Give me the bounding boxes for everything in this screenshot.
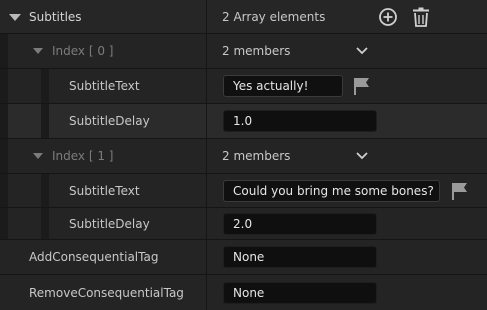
indent-guide xyxy=(0,174,8,207)
indent-guide xyxy=(0,139,8,173)
property-value-cell: 1.0 xyxy=(207,104,487,138)
expand-caret-icon[interactable] xyxy=(33,48,43,54)
property-row: SubtitleText Could you bring me some bon… xyxy=(0,174,487,208)
flag-icon[interactable] xyxy=(451,182,468,200)
indent-guide xyxy=(41,104,49,138)
index-label-cell: Index [ 0 ] xyxy=(0,34,206,68)
indent-guide xyxy=(0,208,8,239)
subtitles-label: Subtitles xyxy=(29,9,82,24)
subtitles-label-cell: Subtitles xyxy=(0,0,206,33)
subtitles-array-row: Subtitles 2 Array elements xyxy=(0,0,487,34)
property-label-cell: SubtitleText xyxy=(0,69,206,103)
subtitle-delay-label: SubtitleDelay xyxy=(69,216,150,231)
indent-guide xyxy=(41,174,49,207)
property-value-cell: Could you bring me some bones? xyxy=(207,174,487,207)
array-element-row: Index [ 1 ] 2 members xyxy=(0,139,487,174)
flag-icon[interactable] xyxy=(353,77,370,95)
plus-circle-icon[interactable] xyxy=(378,7,398,27)
details-panel: Subtitles 2 Array elements Index [ 0 ] 2… xyxy=(0,0,487,310)
property-row: SubtitleDelay 1.0 xyxy=(0,104,487,139)
member-count: 2 members xyxy=(222,149,291,163)
property-value-cell: None xyxy=(207,275,487,310)
subtitle-text-input[interactable]: Yes actually! xyxy=(223,75,343,97)
property-label-cell: RemoveConsequentialTag xyxy=(0,275,206,310)
property-value-cell: Yes actually! xyxy=(207,69,487,103)
property-label-cell: SubtitleDelay xyxy=(0,104,206,138)
property-row: SubtitleText Yes actually! xyxy=(0,69,487,104)
indent-guide xyxy=(0,104,8,138)
chevron-down-icon[interactable] xyxy=(356,47,368,55)
array-element-count: 2 Array elements xyxy=(222,9,326,24)
indent-guide xyxy=(41,208,49,239)
array-element-row: Index [ 0 ] 2 members xyxy=(0,34,487,69)
index-label: Index [ 0 ] xyxy=(52,44,114,58)
add-consequential-tag-label: AddConsequentialTag xyxy=(29,250,159,264)
index-label: Index [ 1 ] xyxy=(52,149,114,163)
subtitle-text-label: SubtitleText xyxy=(69,79,140,93)
index-label-cell: Index [ 1 ] xyxy=(0,139,206,173)
indent-guide xyxy=(0,34,8,68)
expand-caret-icon[interactable] xyxy=(33,153,43,159)
property-row: RemoveConsequentialTag None xyxy=(0,275,487,310)
member-count: 2 members xyxy=(222,44,291,58)
subtitle-delay-label: SubtitleDelay xyxy=(69,114,150,128)
property-row: SubtitleDelay 2.0 xyxy=(0,208,487,240)
index-value-cell: 2 members xyxy=(207,34,487,68)
property-label-cell: AddConsequentialTag xyxy=(0,240,206,274)
trash-icon[interactable] xyxy=(412,7,430,27)
subtitle-delay-input[interactable]: 1.0 xyxy=(223,110,377,132)
expand-caret-icon[interactable] xyxy=(9,13,21,21)
indent-guide xyxy=(41,69,49,103)
property-value-cell: 2.0 xyxy=(207,208,487,239)
property-label-cell: SubtitleText xyxy=(0,174,206,207)
subtitles-value-cell: 2 Array elements xyxy=(207,0,487,33)
subtitle-text-input[interactable]: Could you bring me some bones? xyxy=(223,179,440,202)
remove-consequential-tag-input[interactable]: None xyxy=(223,281,377,304)
chevron-down-icon[interactable] xyxy=(356,152,368,160)
remove-consequential-tag-label: RemoveConsequentialTag xyxy=(29,285,184,300)
subtitle-text-label: SubtitleText xyxy=(69,183,140,198)
subtitle-delay-input[interactable]: 2.0 xyxy=(223,212,377,235)
indent-guide xyxy=(0,69,8,103)
add-consequential-tag-input[interactable]: None xyxy=(223,246,377,268)
property-value-cell: None xyxy=(207,240,487,274)
index-value-cell: 2 members xyxy=(207,139,487,173)
property-label-cell: SubtitleDelay xyxy=(0,208,206,239)
property-row: AddConsequentialTag None xyxy=(0,240,487,275)
